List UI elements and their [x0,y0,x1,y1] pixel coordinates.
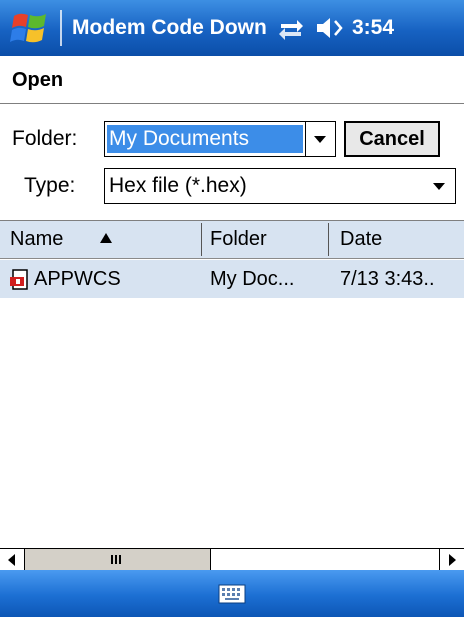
scroll-thumb[interactable] [25,549,211,570]
grip-icon [111,555,113,564]
clock[interactable]: 3:54 [352,12,394,44]
scroll-right-icon[interactable] [439,549,464,570]
menu-bar [0,570,464,617]
scroll-track[interactable] [212,549,439,570]
chevron-down-icon[interactable] [305,122,335,156]
sort-ascending-icon [100,233,112,243]
folder-label: Folder: [12,127,78,150]
file-name: APPWCS [34,268,121,290]
page-title: Open [12,69,64,91]
app-title: Modem Code Down [72,16,267,39]
volume-icon[interactable] [315,15,347,41]
column-header-folder[interactable]: Folder [210,221,320,258]
column-separator[interactable] [328,223,329,256]
type-value: Hex file (*.hex) [109,174,247,197]
connectivity-icon[interactable] [277,16,305,40]
folder-value: My Documents [107,125,303,153]
file-icon [10,269,28,290]
scroll-left-icon[interactable] [0,549,25,570]
folder-dropdown[interactable]: My Documents [104,121,336,157]
title-separator [60,10,62,46]
title-bar: Modem Code Down 3:54 [0,0,464,56]
type-label: Type: [24,174,76,197]
list-item[interactable]: APPWCS My Doc... 7/13 3:43.. [0,260,464,298]
cancel-button[interactable]: Cancel [344,121,440,157]
column-separator[interactable] [201,223,202,256]
dialog-header: Open [0,56,464,104]
list-header: Name Folder Date [0,221,464,259]
column-name-label: Name [10,228,64,250]
windows-start-icon[interactable] [10,10,50,46]
type-dropdown[interactable]: Hex file (*.hex) [104,168,456,204]
file-date: 7/13 3:43.. [340,268,435,290]
file-folder: My Doc... [210,268,295,290]
column-header-date[interactable]: Date [340,221,460,258]
horizontal-scrollbar[interactable] [0,548,464,570]
chevron-down-icon[interactable] [425,169,455,203]
keyboard-icon[interactable] [218,583,246,605]
